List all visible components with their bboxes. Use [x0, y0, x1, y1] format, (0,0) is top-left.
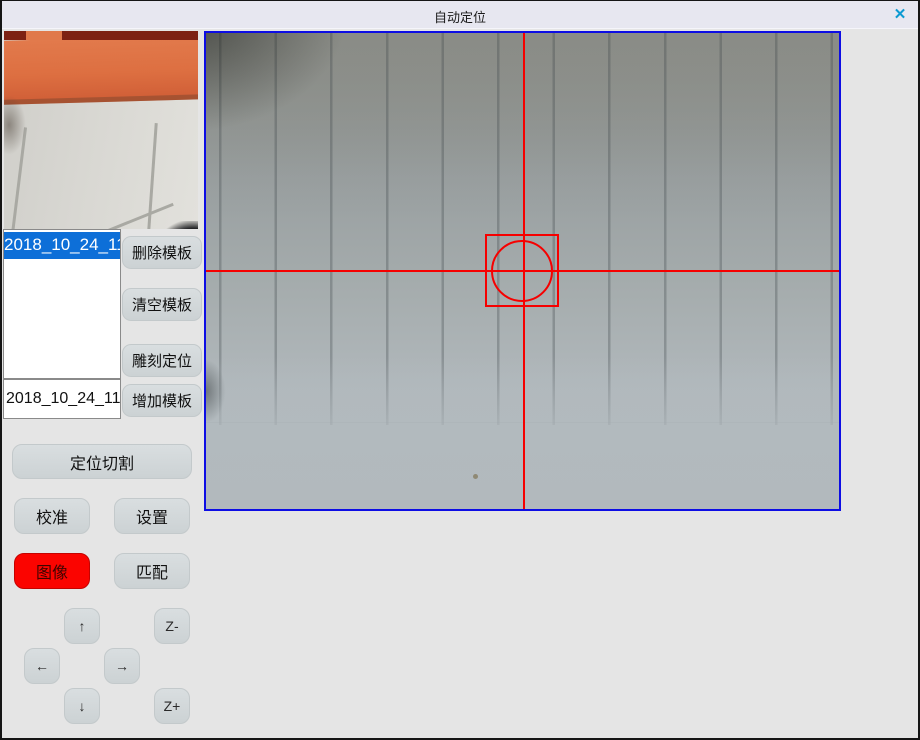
delete-template-button[interactable]: 删除模板 — [122, 236, 202, 269]
title-bar: 自动定位 ✕ — [2, 1, 918, 29]
settings-button[interactable]: 设置 — [114, 498, 190, 534]
roi-circle-marker — [491, 240, 553, 302]
jog-z-minus-button[interactable]: Z- — [154, 608, 190, 644]
camera-viewport[interactable] — [204, 31, 841, 511]
calibrate-button[interactable]: 校准 — [14, 498, 90, 534]
template-list-item[interactable]: 2018_10_24_11 — [4, 232, 120, 259]
add-template-button[interactable]: 增加模板 — [122, 384, 202, 417]
camera-speck — [473, 474, 478, 479]
position-cut-button[interactable]: 定位切割 — [12, 444, 192, 479]
jog-right-button[interactable]: → — [104, 648, 140, 684]
dialog-title: 自动定位 — [2, 7, 918, 26]
template-list: 2018_10_24_11 — [3, 229, 121, 379]
jog-z-plus-button[interactable]: Z+ — [154, 688, 190, 724]
template-thumbnail-preview — [4, 31, 198, 229]
auto-position-dialog: 自动定位 ✕ 2018_10_24_11 删除模板 清空模板 雕刻定位 增加模板… — [0, 0, 920, 740]
thumbnail-dark-object — [156, 221, 198, 229]
jog-down-button[interactable]: ↓ — [64, 688, 100, 724]
engrave-position-button[interactable]: 雕刻定位 — [122, 344, 202, 377]
clear-template-button[interactable]: 清空模板 — [122, 288, 202, 321]
image-button[interactable]: 图像 — [14, 553, 90, 589]
thumbnail-shadow — [4, 95, 26, 155]
match-button[interactable]: 匹配 — [114, 553, 190, 589]
template-name-input[interactable] — [3, 379, 121, 419]
close-icon[interactable]: ✕ — [889, 4, 911, 26]
thumbnail-top-notch — [26, 31, 62, 40]
jog-up-button[interactable]: ↑ — [64, 608, 100, 644]
jog-left-button[interactable]: ← — [24, 648, 60, 684]
